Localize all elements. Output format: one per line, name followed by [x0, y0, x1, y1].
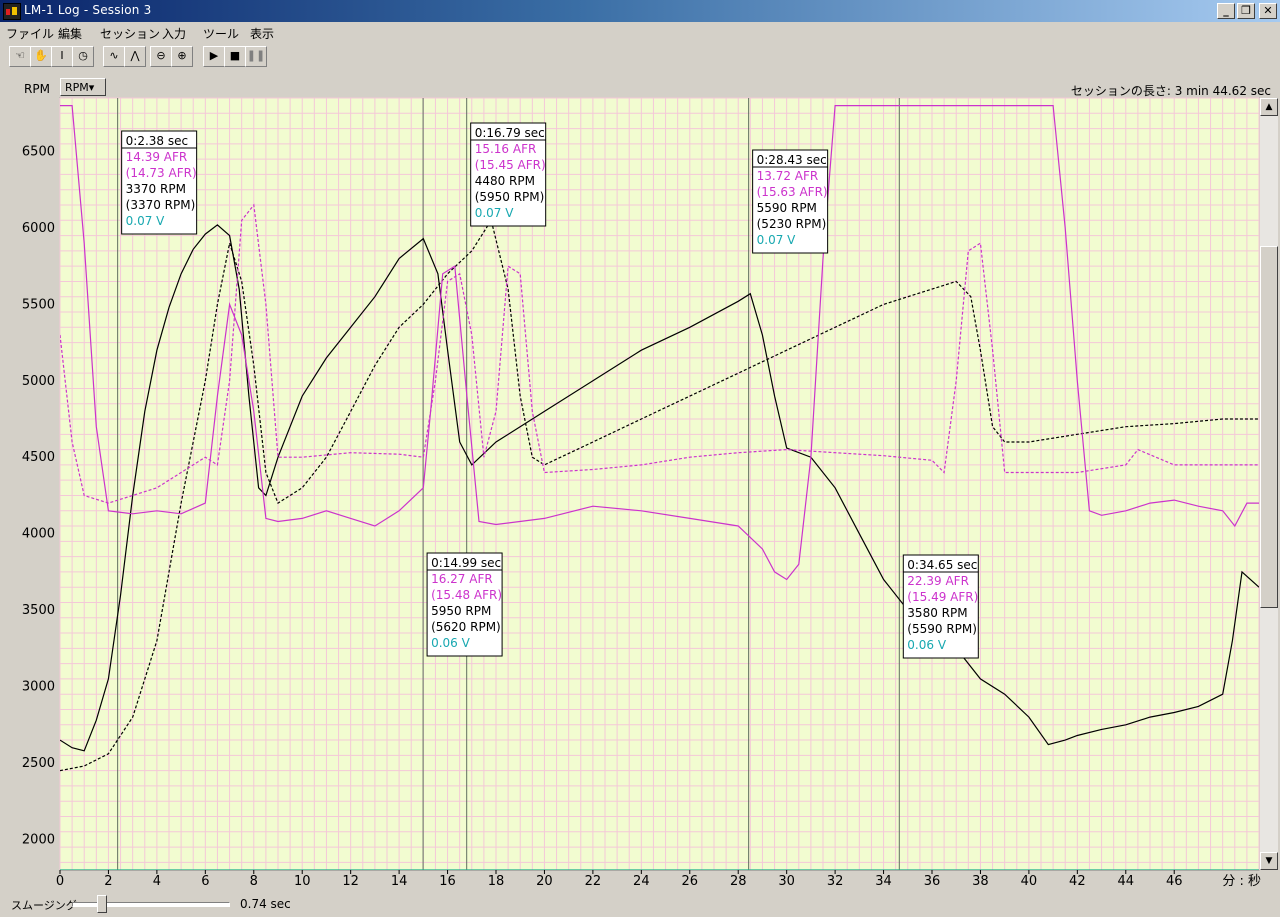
readout-value: (15.49 AFR)	[907, 590, 978, 604]
smoothing-slider-track[interactable]	[72, 902, 230, 907]
readout-value: 15.16 AFR	[475, 142, 537, 156]
x-tick-label: 20	[536, 874, 553, 889]
x-tick-label: 4	[153, 874, 161, 889]
readout-value: 0.07 V	[126, 214, 166, 228]
y-tick-label: 5000	[22, 374, 55, 389]
readout-value: 0.06 V	[907, 638, 947, 652]
cursor-readout: 0:2.38 sec 14.39 AFR (14.73 AFR) 3370 RPM (3…	[121, 130, 198, 235]
x-tick-label: 32	[827, 874, 844, 889]
cursor-readout: 0:28.43 sec 13.72 AFR (15.63 AFR) 5590 RPM (…	[752, 149, 829, 254]
readout-value: (5620 RPM)	[431, 620, 501, 634]
readout-time: 0:14.99 sec	[431, 556, 501, 570]
readout-time: 0:34.65 sec	[907, 558, 977, 572]
readout-value: 0.06 V	[431, 636, 471, 650]
y-tick-label: 6000	[22, 221, 55, 236]
readout-value: 16.27 AFR	[431, 572, 493, 586]
readout-value: (5230 RPM)	[757, 217, 827, 231]
readout-value: (14.73 AFR)	[126, 166, 197, 180]
readout-value: 0.07 V	[475, 206, 515, 220]
y-tick-label: 4500	[22, 450, 55, 465]
x-tick-label: 6	[201, 874, 209, 889]
y-tick-label: 5500	[22, 297, 55, 312]
cursor-readout: 0:34.65 sec 22.39 AFR (15.49 AFR) 3580 RPM (…	[902, 554, 979, 659]
readout-value: (3370 RPM)	[126, 198, 196, 212]
cursor-readout: 0:14.99 sec 16.27 AFR (15.48 AFR) 5950 RPM (…	[426, 552, 503, 657]
plot-area	[59, 97, 1260, 871]
x-tick-label: 28	[730, 874, 747, 889]
x-tick-label: 34	[875, 874, 892, 889]
readout-value: (5950 RPM)	[475, 190, 545, 204]
x-tick-label: 0	[56, 874, 64, 889]
scroll-down-icon[interactable]: ▼	[1260, 852, 1278, 870]
smoothing-slider-thumb[interactable]	[97, 895, 107, 913]
readout-value: 22.39 AFR	[907, 574, 969, 588]
x-tick-label: 44	[1118, 874, 1135, 889]
readout-value: (15.63 AFR)	[757, 185, 828, 199]
x-tick-label: 30	[778, 874, 795, 889]
readout-value: 5590 RPM	[757, 201, 817, 215]
y-tick-label: 3000	[22, 680, 55, 695]
y-tick-label: 4000	[22, 527, 55, 542]
x-tick-label: 26	[682, 874, 699, 889]
y-tick-label: 2500	[22, 756, 55, 771]
vertical-scrollbar[interactable]: ▲ ▼	[1260, 98, 1278, 870]
readout-value: 3580 RPM	[907, 606, 967, 620]
cursor-readout: 0:16.79 sec 15.16 AFR (15.45 AFR) 4480 RPM (…	[470, 122, 547, 227]
smoothing-label: スムージング	[11, 899, 77, 912]
x-tick-label: 40	[1021, 874, 1038, 889]
y-tick-label: 2000	[22, 832, 55, 847]
readout-value: 4480 RPM	[475, 174, 535, 188]
smoothing-value: 0.74 sec	[240, 897, 291, 911]
x-tick-label: 12	[342, 874, 359, 889]
x-tick-label: 22	[585, 874, 602, 889]
rpm-afr-chart[interactable]: 2000 2500 3000 3500 4000 4500 5000 5500 6000 6500…	[0, 0, 1280, 917]
x-tick-label: 38	[972, 874, 989, 889]
scroll-up-icon[interactable]: ▲	[1260, 98, 1278, 116]
x-tick-label: 10	[294, 874, 311, 889]
y-tick-label: 6500	[22, 145, 55, 160]
x-tick-label: 14	[391, 874, 408, 889]
readout-time: 0:16.79 sec	[475, 126, 545, 140]
scroll-thumb[interactable]	[1260, 246, 1278, 608]
x-tick-label: 8	[250, 874, 258, 889]
x-tick-label: 24	[633, 874, 650, 889]
x-tick-label: 2	[104, 874, 112, 889]
readout-value: (5590 RPM)	[907, 622, 977, 636]
x-tick-label: 18	[488, 874, 505, 889]
readout-value: 14.39 AFR	[126, 150, 188, 164]
y-tick-label: 3500	[22, 603, 55, 618]
readout-value: (15.45 AFR)	[475, 158, 546, 172]
readout-value: 5950 RPM	[431, 604, 491, 618]
readout-time: 0:28.43 sec	[757, 153, 827, 167]
readout-value: 13.72 AFR	[757, 169, 819, 183]
x-tick-label: 36	[924, 874, 941, 889]
x-tick-label: 16	[439, 874, 456, 889]
readout-value: (15.48 AFR)	[431, 588, 502, 602]
x-tick-label: 42	[1069, 874, 1086, 889]
x-axis-label: 分 : 秒	[1222, 874, 1261, 889]
readout-value: 0.07 V	[757, 233, 797, 247]
readout-value: 3370 RPM	[126, 182, 186, 196]
x-tick-label: 46	[1166, 874, 1183, 889]
readout-time: 0:2.38 sec	[126, 134, 188, 148]
